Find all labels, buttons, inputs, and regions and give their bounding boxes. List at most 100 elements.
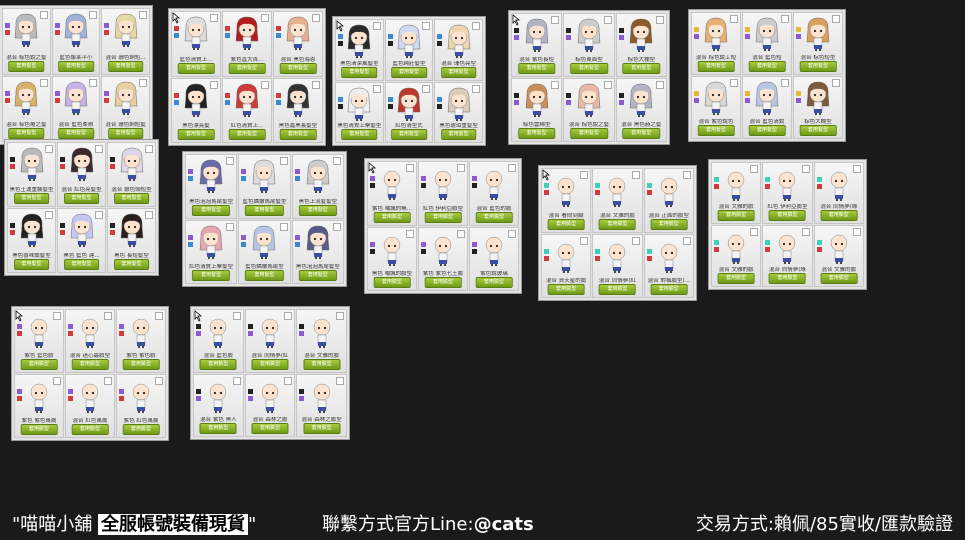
favorite-checkbox[interactable]: [312, 80, 320, 89]
favorite-checkbox[interactable]: [279, 222, 288, 231]
apply-style-button[interactable]: 套用臉型: [717, 273, 755, 284]
apply-style-button[interactable]: 套用臉型: [599, 218, 636, 230]
apply-style-button[interactable]: 套用髮型: [570, 128, 608, 139]
style-option[interactable]: 紅色 伊利亞臉型 套用臉型: [418, 161, 468, 226]
apply-style-button[interactable]: 套用髮型: [391, 129, 427, 140]
favorite-checkbox[interactable]: [226, 222, 235, 231]
favorite-checkbox[interactable]: [580, 236, 589, 245]
apply-style-button[interactable]: 套用臉型: [475, 277, 513, 288]
favorite-checkbox[interactable]: [210, 80, 218, 89]
favorite-checkbox[interactable]: [655, 16, 664, 24]
style-option[interactable]: 棕色雲梯型 套用髮型: [511, 78, 563, 142]
favorite-checkbox[interactable]: [508, 164, 516, 172]
favorite-checkbox[interactable]: [312, 14, 320, 22]
style-option[interactable]: 混合 銀色頭短型 套用髮型: [107, 142, 156, 207]
favorite-checkbox[interactable]: [781, 15, 789, 23]
apply-style-button[interactable]: 套用髮型: [697, 125, 735, 136]
style-option[interactable]: 黑色清質上擊髮型 套用髮型: [335, 81, 384, 143]
style-option[interactable]: 紫色 紫色七王臉 套用臉型: [418, 226, 468, 291]
favorite-checkbox[interactable]: [261, 14, 269, 22]
style-option[interactable]: 混合 黑色海恩 套用髮型: [273, 11, 323, 77]
style-option[interactable]: 黑色泡泡馬尾髮型 套用髮型: [185, 154, 238, 219]
style-option[interactable]: 混合 森林之臉 套用臉型: [244, 373, 296, 437]
favorite-checkbox[interactable]: [332, 222, 341, 231]
apply-style-button[interactable]: 套用髮型: [192, 204, 231, 216]
favorite-checkbox[interactable]: [336, 376, 344, 385]
apply-style-button[interactable]: 套用臉型: [547, 218, 585, 230]
favorite-checkbox[interactable]: [551, 81, 560, 89]
style-option[interactable]: 黑色 嘲諷的臉型 套用臉型: [367, 226, 417, 291]
favorite-checkbox[interactable]: [232, 312, 241, 320]
favorite-checkbox[interactable]: [332, 157, 341, 165]
apply-style-button[interactable]: 套用髮型: [192, 270, 231, 281]
apply-style-button[interactable]: 套用臉型: [769, 210, 806, 221]
apply-style-button[interactable]: 套用髮型: [8, 60, 45, 72]
favorite-checkbox[interactable]: [580, 171, 589, 179]
style-option[interactable]: 混合 同情夢(綠 套用臉型: [762, 225, 813, 287]
favorite-checkbox[interactable]: [603, 16, 612, 24]
style-option[interactable]: 混合 迷心最臉型 套用臉型: [65, 309, 115, 373]
style-option[interactable]: 棕色大棚型 套用髮型: [793, 76, 843, 139]
style-option[interactable]: 黑色上流髮髮型 套用髮型: [291, 154, 344, 219]
favorite-checkbox[interactable]: [801, 165, 810, 173]
apply-style-button[interactable]: 套用臉型: [424, 277, 462, 288]
apply-style-button[interactable]: 套用髮型: [622, 63, 661, 74]
favorite-checkbox[interactable]: [730, 15, 738, 23]
apply-style-button[interactable]: 套用髮型: [107, 60, 144, 72]
style-option[interactable]: 混合 正面的臉型 套用臉型: [643, 168, 694, 233]
favorite-checkbox[interactable]: [155, 377, 163, 385]
favorite-checkbox[interactable]: [551, 16, 560, 24]
favorite-checkbox[interactable]: [801, 228, 810, 236]
favorite-checkbox[interactable]: [631, 171, 640, 179]
style-option[interactable]: 紫色銳玻璃 套用臉型: [469, 226, 519, 291]
style-option[interactable]: 紫色直大首... 套用髮型: [222, 11, 272, 77]
apply-style-button[interactable]: 套用髮型: [228, 62, 266, 74]
favorite-checkbox[interactable]: [279, 157, 288, 165]
apply-style-button[interactable]: 套用臉型: [547, 284, 585, 295]
favorite-checkbox[interactable]: [832, 79, 840, 87]
apply-style-button[interactable]: 套用髮型: [298, 270, 337, 281]
favorite-checkbox[interactable]: [852, 228, 861, 236]
favorite-checkbox[interactable]: [832, 15, 840, 23]
style-option[interactable]: 混合 同情夢(紅 套用臉型: [592, 233, 643, 298]
apply-style-button[interactable]: 套用臉型: [303, 423, 341, 434]
apply-style-button[interactable]: 套用髮型: [517, 63, 556, 74]
style-option[interactable]: 紫色 紅色萬歲 套用臉型: [116, 374, 166, 438]
apply-style-button[interactable]: 套用臉型: [599, 284, 636, 295]
favorite-checkbox[interactable]: [406, 229, 414, 238]
favorite-checkbox[interactable]: [104, 377, 112, 385]
style-option[interactable]: 混合 紫色銳色 套用髮型: [691, 76, 741, 139]
apply-style-button[interactable]: 套用臉型: [199, 423, 237, 434]
style-option[interactable]: 混合 棕色銳之髮 套用髮型: [2, 8, 51, 75]
apply-style-button[interactable]: 套用髮型: [279, 62, 317, 74]
favorite-checkbox[interactable]: [336, 312, 344, 320]
apply-style-button[interactable]: 套用臉型: [820, 210, 858, 221]
style-option[interactable]: 黑色 藍色 達... 套用髮型: [57, 208, 106, 273]
style-option[interactable]: 混合 棕色銳之髮 套用髮型: [563, 78, 615, 142]
apply-style-button[interactable]: 套用髮型: [13, 259, 50, 270]
style-option[interactable]: 紫色 紫色臉 套用臉型: [116, 309, 166, 373]
apply-style-button[interactable]: 套用髮型: [58, 128, 94, 139]
apply-style-button[interactable]: 套用髮型: [622, 128, 661, 139]
favorite-checkbox[interactable]: [457, 164, 465, 172]
apply-style-button[interactable]: 套用髮型: [279, 129, 317, 140]
style-option[interactable]: 藍色像某平小 套用髮型: [51, 8, 101, 75]
style-option[interactable]: 混合 對稱臉型(... 套用臉型: [643, 233, 694, 298]
apply-style-button[interactable]: 套用臉型: [251, 358, 289, 370]
apply-style-button[interactable]: 套用髮型: [245, 204, 284, 216]
apply-style-button[interactable]: 套用臉型: [71, 359, 109, 370]
favorite-checkbox[interactable]: [210, 14, 218, 22]
apply-style-button[interactable]: 套用髮型: [517, 128, 556, 139]
style-option[interactable]: 混合 森林之臉型 套用臉型: [296, 373, 347, 437]
style-option[interactable]: 紅色 伊利亞臉型 套用臉型: [762, 162, 813, 224]
apply-style-button[interactable]: 套用髮型: [8, 128, 45, 139]
favorite-checkbox[interactable]: [750, 165, 759, 173]
apply-style-button[interactable]: 套用髮型: [177, 129, 215, 140]
favorite-checkbox[interactable]: [232, 376, 241, 385]
apply-style-button[interactable]: 套用髮型: [341, 66, 378, 78]
favorite-checkbox[interactable]: [53, 377, 61, 385]
apply-style-button[interactable]: 套用臉型: [475, 211, 513, 223]
style-option[interactable]: 藍色純莊髮型 套用髮型: [384, 19, 434, 81]
style-option[interactable]: 混合 紅色亮髮型 套用髮型: [57, 142, 106, 207]
style-option[interactable]: 混合 文雅的臉 套用臉型: [813, 225, 864, 287]
